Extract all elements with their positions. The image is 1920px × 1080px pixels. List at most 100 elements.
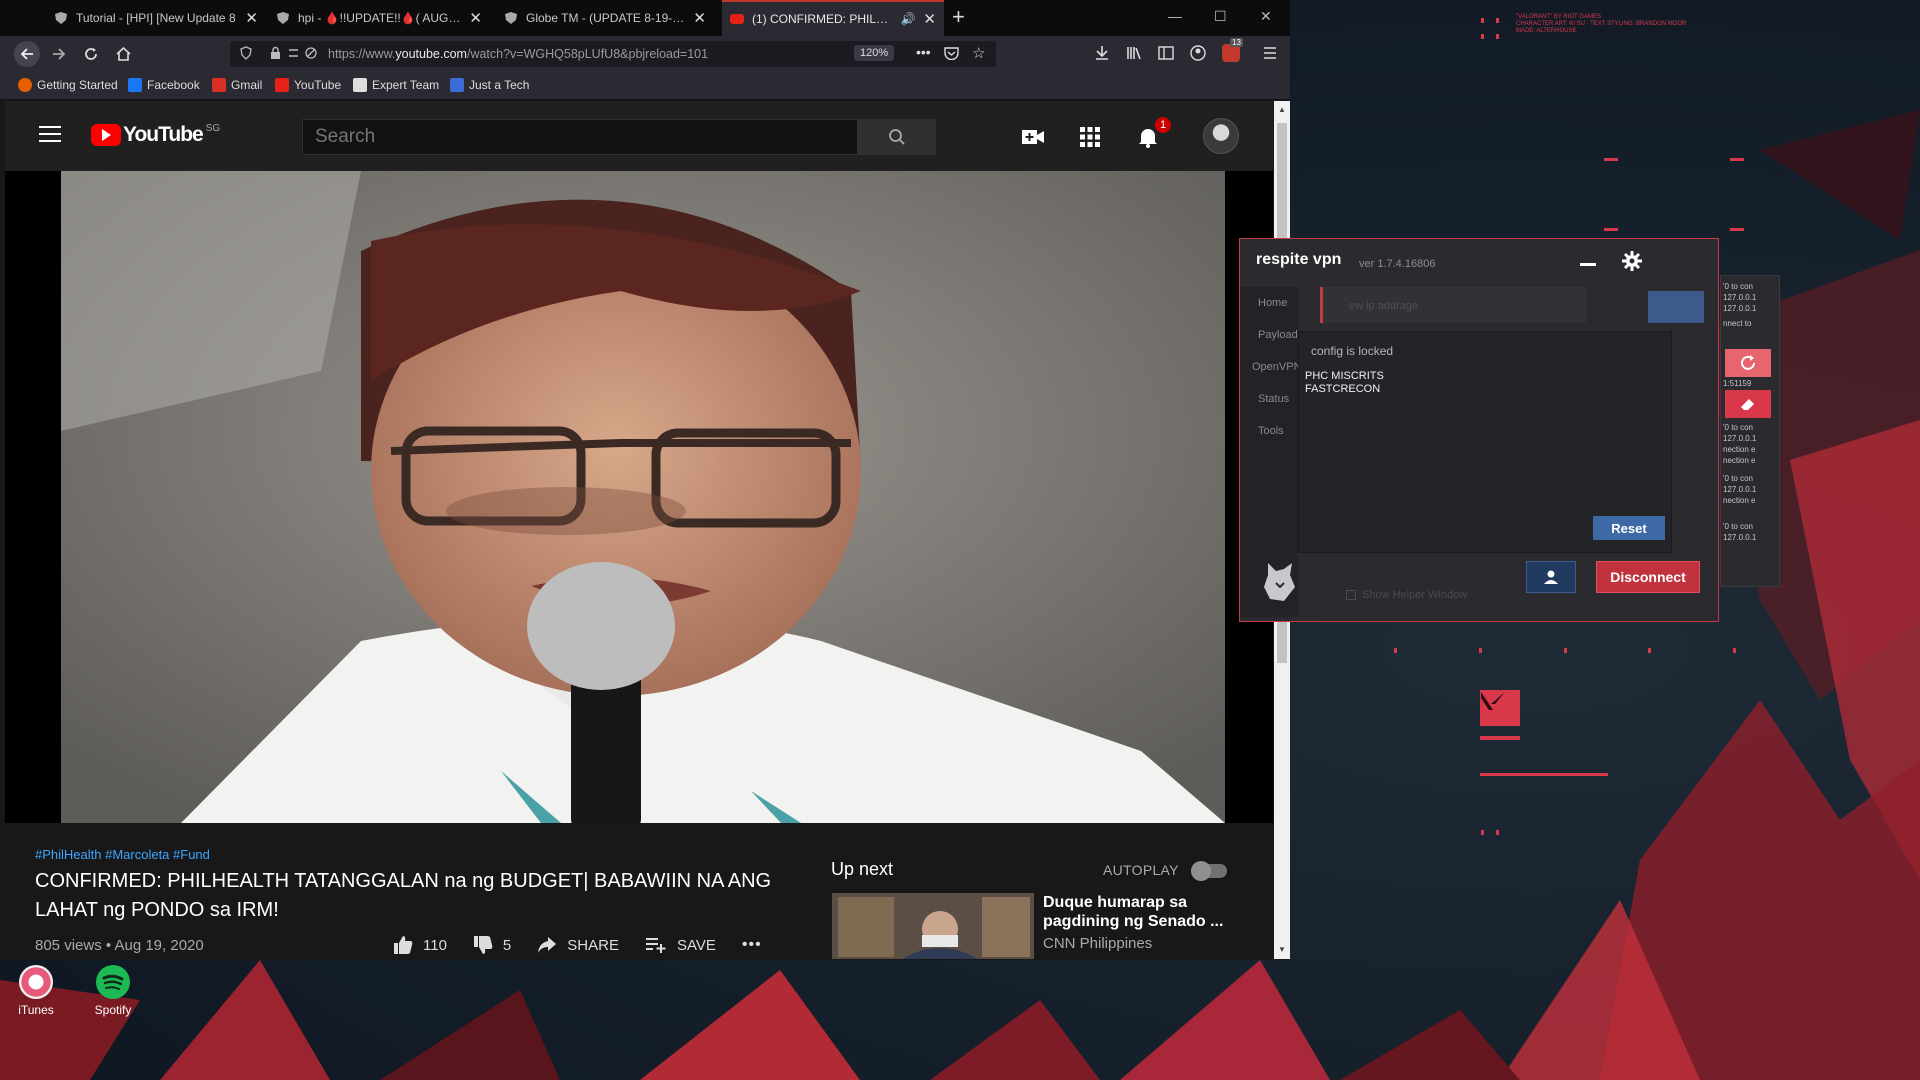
search-input[interactable] xyxy=(303,120,857,154)
back-arrow-icon xyxy=(20,48,33,60)
show-helper-label: Show Helper Window xyxy=(1362,589,1468,601)
vpn-address-field[interactable]: ew ip addrage xyxy=(1320,287,1586,323)
share-button[interactable]: SHARE xyxy=(537,936,619,954)
itunes-label: iTunes xyxy=(18,1003,54,1017)
save-button[interactable]: SAVE xyxy=(645,936,716,954)
scroll-up-icon[interactable]: ▲ xyxy=(1278,105,1286,114)
desktop-icon-spotify[interactable]: Spotify xyxy=(83,965,143,1017)
video-frame[interactable] xyxy=(61,171,1225,823)
close-tab-icon[interactable]: ✕ xyxy=(923,10,936,28)
log-line: nection e xyxy=(1723,456,1756,465)
bookmark-star-icon[interactable]: ☆ xyxy=(972,44,985,62)
video-player[interactable] xyxy=(5,171,1273,823)
autoplay-toggle[interactable] xyxy=(1191,861,1227,881)
search-box[interactable] xyxy=(302,119,858,155)
youtube-favicon-icon xyxy=(730,14,744,24)
address-bar[interactable]: https://www.youtube.com/watch?v=WGHQ58pL… xyxy=(230,41,996,67)
extension-badge: 13 xyxy=(1230,38,1243,47)
bookmark-getting-started[interactable]: Getting Started xyxy=(18,78,118,92)
bookmarks-bar: Getting Started Facebook Gmail YouTube E… xyxy=(0,72,1290,100)
shield-favicon-icon xyxy=(505,12,517,24)
vpn-nav-payload[interactable]: Payload xyxy=(1258,329,1298,341)
back-button[interactable] xyxy=(14,41,40,67)
maximize-window-icon[interactable]: ☐ xyxy=(1214,8,1227,25)
refresh-button[interactable] xyxy=(1725,349,1771,377)
bookmark-gmail[interactable]: Gmail xyxy=(212,78,262,92)
reload-button[interactable] xyxy=(80,43,102,65)
up-next-heading: Up next xyxy=(831,859,894,879)
logo-underline xyxy=(1480,736,1520,740)
recommended-title[interactable]: Duque humarap sa pagdining ng Senado ... xyxy=(1043,893,1239,931)
user-profile-button[interactable] xyxy=(1526,561,1576,593)
new-tab-button[interactable]: + xyxy=(952,4,965,30)
save-label: SAVE xyxy=(676,936,716,954)
bookmark-label: Getting Started xyxy=(37,78,118,92)
minimize-window-icon[interactable]: — xyxy=(1168,8,1182,24)
pocket-icon[interactable] xyxy=(944,46,959,65)
close-tab-icon[interactable]: ✕ xyxy=(469,9,482,27)
zoom-level[interactable]: 120% xyxy=(854,45,895,61)
log-line: nection e xyxy=(1723,445,1756,454)
sidebar-icon[interactable] xyxy=(1158,45,1174,66)
guide-menu-icon[interactable] xyxy=(39,126,61,144)
close-window-icon[interactable]: ✕ xyxy=(1260,8,1272,25)
reset-button[interactable]: Reset xyxy=(1593,516,1665,540)
home-button[interactable] xyxy=(112,43,134,65)
bookmark-facebook[interactable]: Facebook xyxy=(128,78,200,92)
account-icon[interactable] xyxy=(1190,45,1206,66)
desktop-icon-itunes[interactable]: iTunes xyxy=(6,965,66,1017)
bookmark-expert-team[interactable]: Expert Team xyxy=(353,78,439,92)
minimize-icon[interactable] xyxy=(1580,263,1596,266)
vpn-nav-tools[interactable]: Tools xyxy=(1258,425,1284,437)
menu-icon[interactable] xyxy=(1262,45,1278,66)
create-video-icon[interactable] xyxy=(1021,125,1045,149)
speaker-icon[interactable]: 🔊 xyxy=(900,12,915,26)
more-actions-icon[interactable]: ••• xyxy=(742,936,762,954)
log-line: '0 to con xyxy=(1723,282,1753,291)
downloads-icon[interactable] xyxy=(1094,45,1110,66)
tab-youtube-active[interactable]: (1) CONFIRMED: PHILHEAL 🔊 ✕ xyxy=(722,0,944,36)
extension-icon[interactable]: 13 xyxy=(1222,38,1243,62)
notification-count: 1 xyxy=(1155,117,1171,133)
lock-icon[interactable] xyxy=(270,46,281,65)
library-icon[interactable] xyxy=(1126,45,1142,66)
youtube-logo[interactable]: YouTube SG xyxy=(91,123,220,147)
video-hashtags[interactable]: #PhilHealth #Marcoleta #Fund xyxy=(35,847,210,862)
vpn-nav-home[interactable]: Home xyxy=(1258,297,1287,309)
avatar[interactable] xyxy=(1203,118,1239,154)
settings-gear-icon[interactable] xyxy=(1622,251,1642,271)
clear-log-button[interactable] xyxy=(1725,390,1771,418)
youtube-header: YouTube SG 1 xyxy=(5,101,1273,171)
scroll-down-icon[interactable]: ▼ xyxy=(1278,945,1286,954)
dialog-body: PHC MISCRITS FASTCRECON xyxy=(1305,370,1384,396)
forward-button[interactable] xyxy=(48,43,70,65)
like-count: 110 xyxy=(423,936,447,954)
navigation-toolbar: https://www.youtube.com/watch?v=WGHQ58pL… xyxy=(0,36,1290,72)
log-line: 127.0.0.1 xyxy=(1723,485,1757,494)
search-button[interactable] xyxy=(858,119,936,155)
recommended-channel[interactable]: CNN Philippines xyxy=(1043,935,1152,952)
thumbnail-image xyxy=(832,893,1034,959)
show-helper-checkbox[interactable]: Show Helper Window xyxy=(1346,589,1467,601)
tab-tutorial[interactable]: Tutorial - [HPI] [New Update 8 ✕ xyxy=(46,0,266,36)
tracking-shield-icon[interactable] xyxy=(240,46,252,65)
bookmark-just-a-tech[interactable]: Just a Tech xyxy=(450,78,529,92)
vpn-nav-openvpn[interactable]: OpenVPN xyxy=(1252,361,1302,373)
recommended-thumbnail[interactable] xyxy=(832,893,1034,959)
expert-team-icon xyxy=(353,78,367,92)
close-tab-icon[interactable]: ✕ xyxy=(693,9,706,27)
disconnect-button[interactable]: Disconnect xyxy=(1596,561,1700,593)
tab-hpi[interactable]: hpi - 🩸!!UPDATE!!🩸( AUGUST ✕ xyxy=(268,0,490,36)
dislike-button[interactable]: 5 xyxy=(473,935,511,955)
bookmark-youtube[interactable]: YouTube xyxy=(275,78,341,92)
page-actions-icon[interactable]: ••• xyxy=(916,44,931,60)
tab-label: (1) CONFIRMED: PHILHEAL xyxy=(752,12,895,26)
tab-globe[interactable]: Globe TM - (UPDATE 8-19-20) ✕ xyxy=(496,0,714,36)
youtube-play-icon xyxy=(91,124,121,146)
permissions-icon[interactable] xyxy=(288,46,320,65)
close-tab-icon[interactable]: ✕ xyxy=(245,9,258,27)
vpn-nav-status[interactable]: Status xyxy=(1258,393,1289,405)
vpn-connect-indicator[interactable] xyxy=(1648,291,1704,323)
like-button[interactable]: 110 xyxy=(393,935,447,955)
apps-grid-icon[interactable] xyxy=(1078,125,1102,149)
